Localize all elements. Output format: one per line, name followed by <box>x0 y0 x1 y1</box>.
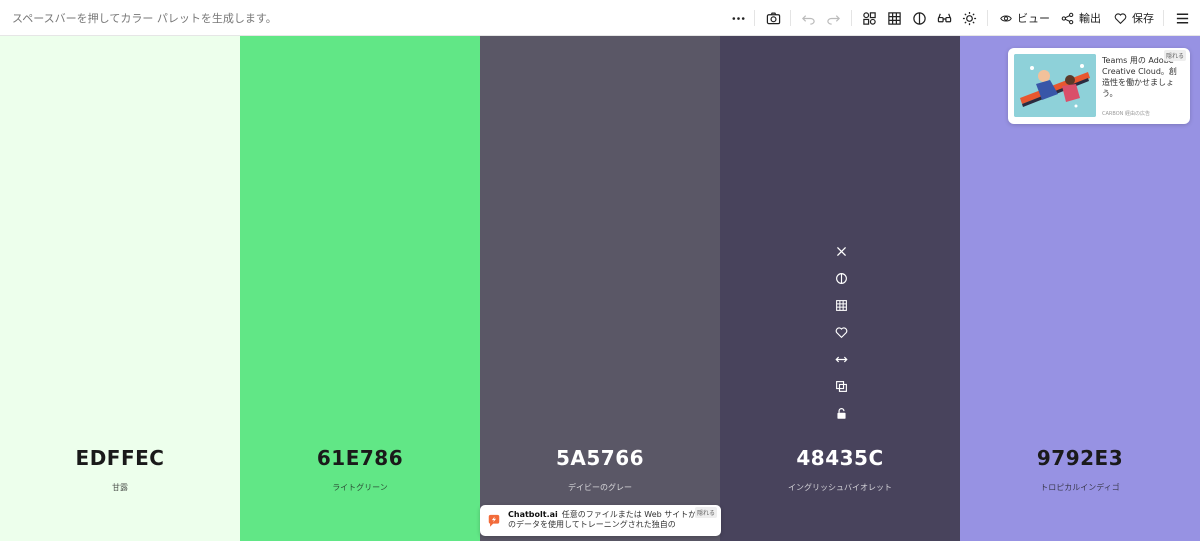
swatch-color-name: トロピカルインディゴ <box>1040 483 1120 492</box>
save-color-button[interactable] <box>830 321 852 343</box>
chatbolt-hide-button[interactable]: 隠れる <box>694 507 717 518</box>
color-swatch[interactable]: 48435C イングリッシュバイオレット <box>720 36 960 541</box>
ad-footer[interactable]: CARBON 経由の広告 <box>1102 110 1150 117</box>
eye-icon <box>1000 14 1012 22</box>
swatch-hex[interactable]: EDFFEC <box>0 446 240 470</box>
hamburger-icon <box>1176 13 1188 23</box>
swatch-color-name: デイビーのグレー <box>568 483 632 492</box>
export-button[interactable]: 輸出 <box>1061 6 1101 30</box>
theme-button[interactable] <box>960 6 978 30</box>
export-label: 輸出 <box>1079 12 1101 25</box>
heart-icon <box>1114 12 1127 24</box>
close-icon <box>836 246 846 256</box>
heart-icon <box>835 326 847 338</box>
generate-hint: スペースバーを押してカラー パレットを生成します。 <box>12 12 277 25</box>
save-label: 保存 <box>1132 12 1154 25</box>
chatbolt-text: Chatbolt.ai 任意のファイルまたは Web サイトからのデータを使用して… <box>508 510 708 530</box>
redo-icon <box>826 14 840 25</box>
contrast-tool-button[interactable] <box>830 267 852 289</box>
color-swatch[interactable]: 5A5766 デイビーのグレー <box>480 36 720 541</box>
contrast-button[interactable] <box>910 6 928 30</box>
undo-button[interactable] <box>799 6 817 30</box>
swatch-color-name: 甘露 <box>112 483 128 492</box>
undo-icon <box>801 14 815 25</box>
remove-color-button[interactable] <box>830 240 852 262</box>
shapes-icon <box>862 11 876 25</box>
unlock-icon <box>836 407 846 419</box>
color-swatch[interactable]: 61E786 ライトグリーン <box>240 36 480 541</box>
save-button[interactable]: 保存 <box>1114 6 1154 30</box>
view-shades-button[interactable] <box>830 294 852 316</box>
redo-button[interactable] <box>824 6 842 30</box>
copy-color-button[interactable] <box>830 375 852 397</box>
more-options-button[interactable] <box>729 6 747 30</box>
grid-icon <box>887 11 901 25</box>
shades-button[interactable] <box>885 6 903 30</box>
copy-icon <box>835 380 847 392</box>
swatch-hex[interactable]: 9792E3 <box>960 446 1200 470</box>
visualize-button[interactable] <box>935 6 953 30</box>
color-swatch[interactable]: EDFFEC 甘露 <box>0 36 240 541</box>
contrast-icon <box>912 11 926 25</box>
divider <box>790 10 791 26</box>
swatch-color-name: イングリッシュバイオレット <box>788 483 892 492</box>
swatch-hex[interactable]: 61E786 <box>240 446 480 470</box>
swatch-tools <box>830 240 852 429</box>
divider <box>1163 10 1164 26</box>
lock-color-button[interactable] <box>830 402 852 424</box>
view-label: ビュー <box>1017 12 1050 25</box>
chatbolt-brand: Chatbolt.ai <box>508 510 558 519</box>
more-dots-icon <box>732 16 744 20</box>
camera-icon <box>766 12 780 24</box>
drag-color-button[interactable] <box>830 348 852 370</box>
divider <box>851 10 852 26</box>
swatch-hex[interactable]: 5A5766 <box>480 446 720 470</box>
ad-illustration[interactable] <box>1014 54 1096 117</box>
swatch-hex[interactable]: 48435C <box>720 446 960 470</box>
share-icon <box>1061 12 1074 24</box>
shades-grid-icon <box>835 299 847 311</box>
chatbolt-banner[interactable]: Chatbolt.ai 任意のファイルまたは Web サイトからのデータを使用して… <box>480 505 721 536</box>
drag-arrows-icon <box>834 356 848 362</box>
screenshot-button[interactable] <box>764 6 782 30</box>
adjust-palette-button[interactable] <box>860 6 878 30</box>
divider <box>987 10 988 26</box>
divider <box>754 10 755 26</box>
view-button[interactable]: ビュー <box>1000 6 1050 30</box>
sun-icon <box>962 11 976 25</box>
swatch-color-name: ライトグリーン <box>332 483 388 492</box>
ad-hide-button[interactable]: 隠れる <box>1163 50 1186 61</box>
contrast-icon <box>835 272 847 284</box>
menu-button[interactable] <box>1174 6 1190 30</box>
top-toolbar: スペースバーを押してカラー パレットを生成します。 ビュー 輸出 保存 <box>0 0 1200 36</box>
carbon-ad[interactable]: Teams 用の Adobe Creative Cloud。創造性を働かせましょ… <box>1008 48 1190 124</box>
ad-text[interactable]: Teams 用の Adobe Creative Cloud。創造性を働かせましょ… <box>1102 55 1182 99</box>
chat-bubble-icon <box>488 514 500 527</box>
glasses-icon <box>937 13 951 22</box>
